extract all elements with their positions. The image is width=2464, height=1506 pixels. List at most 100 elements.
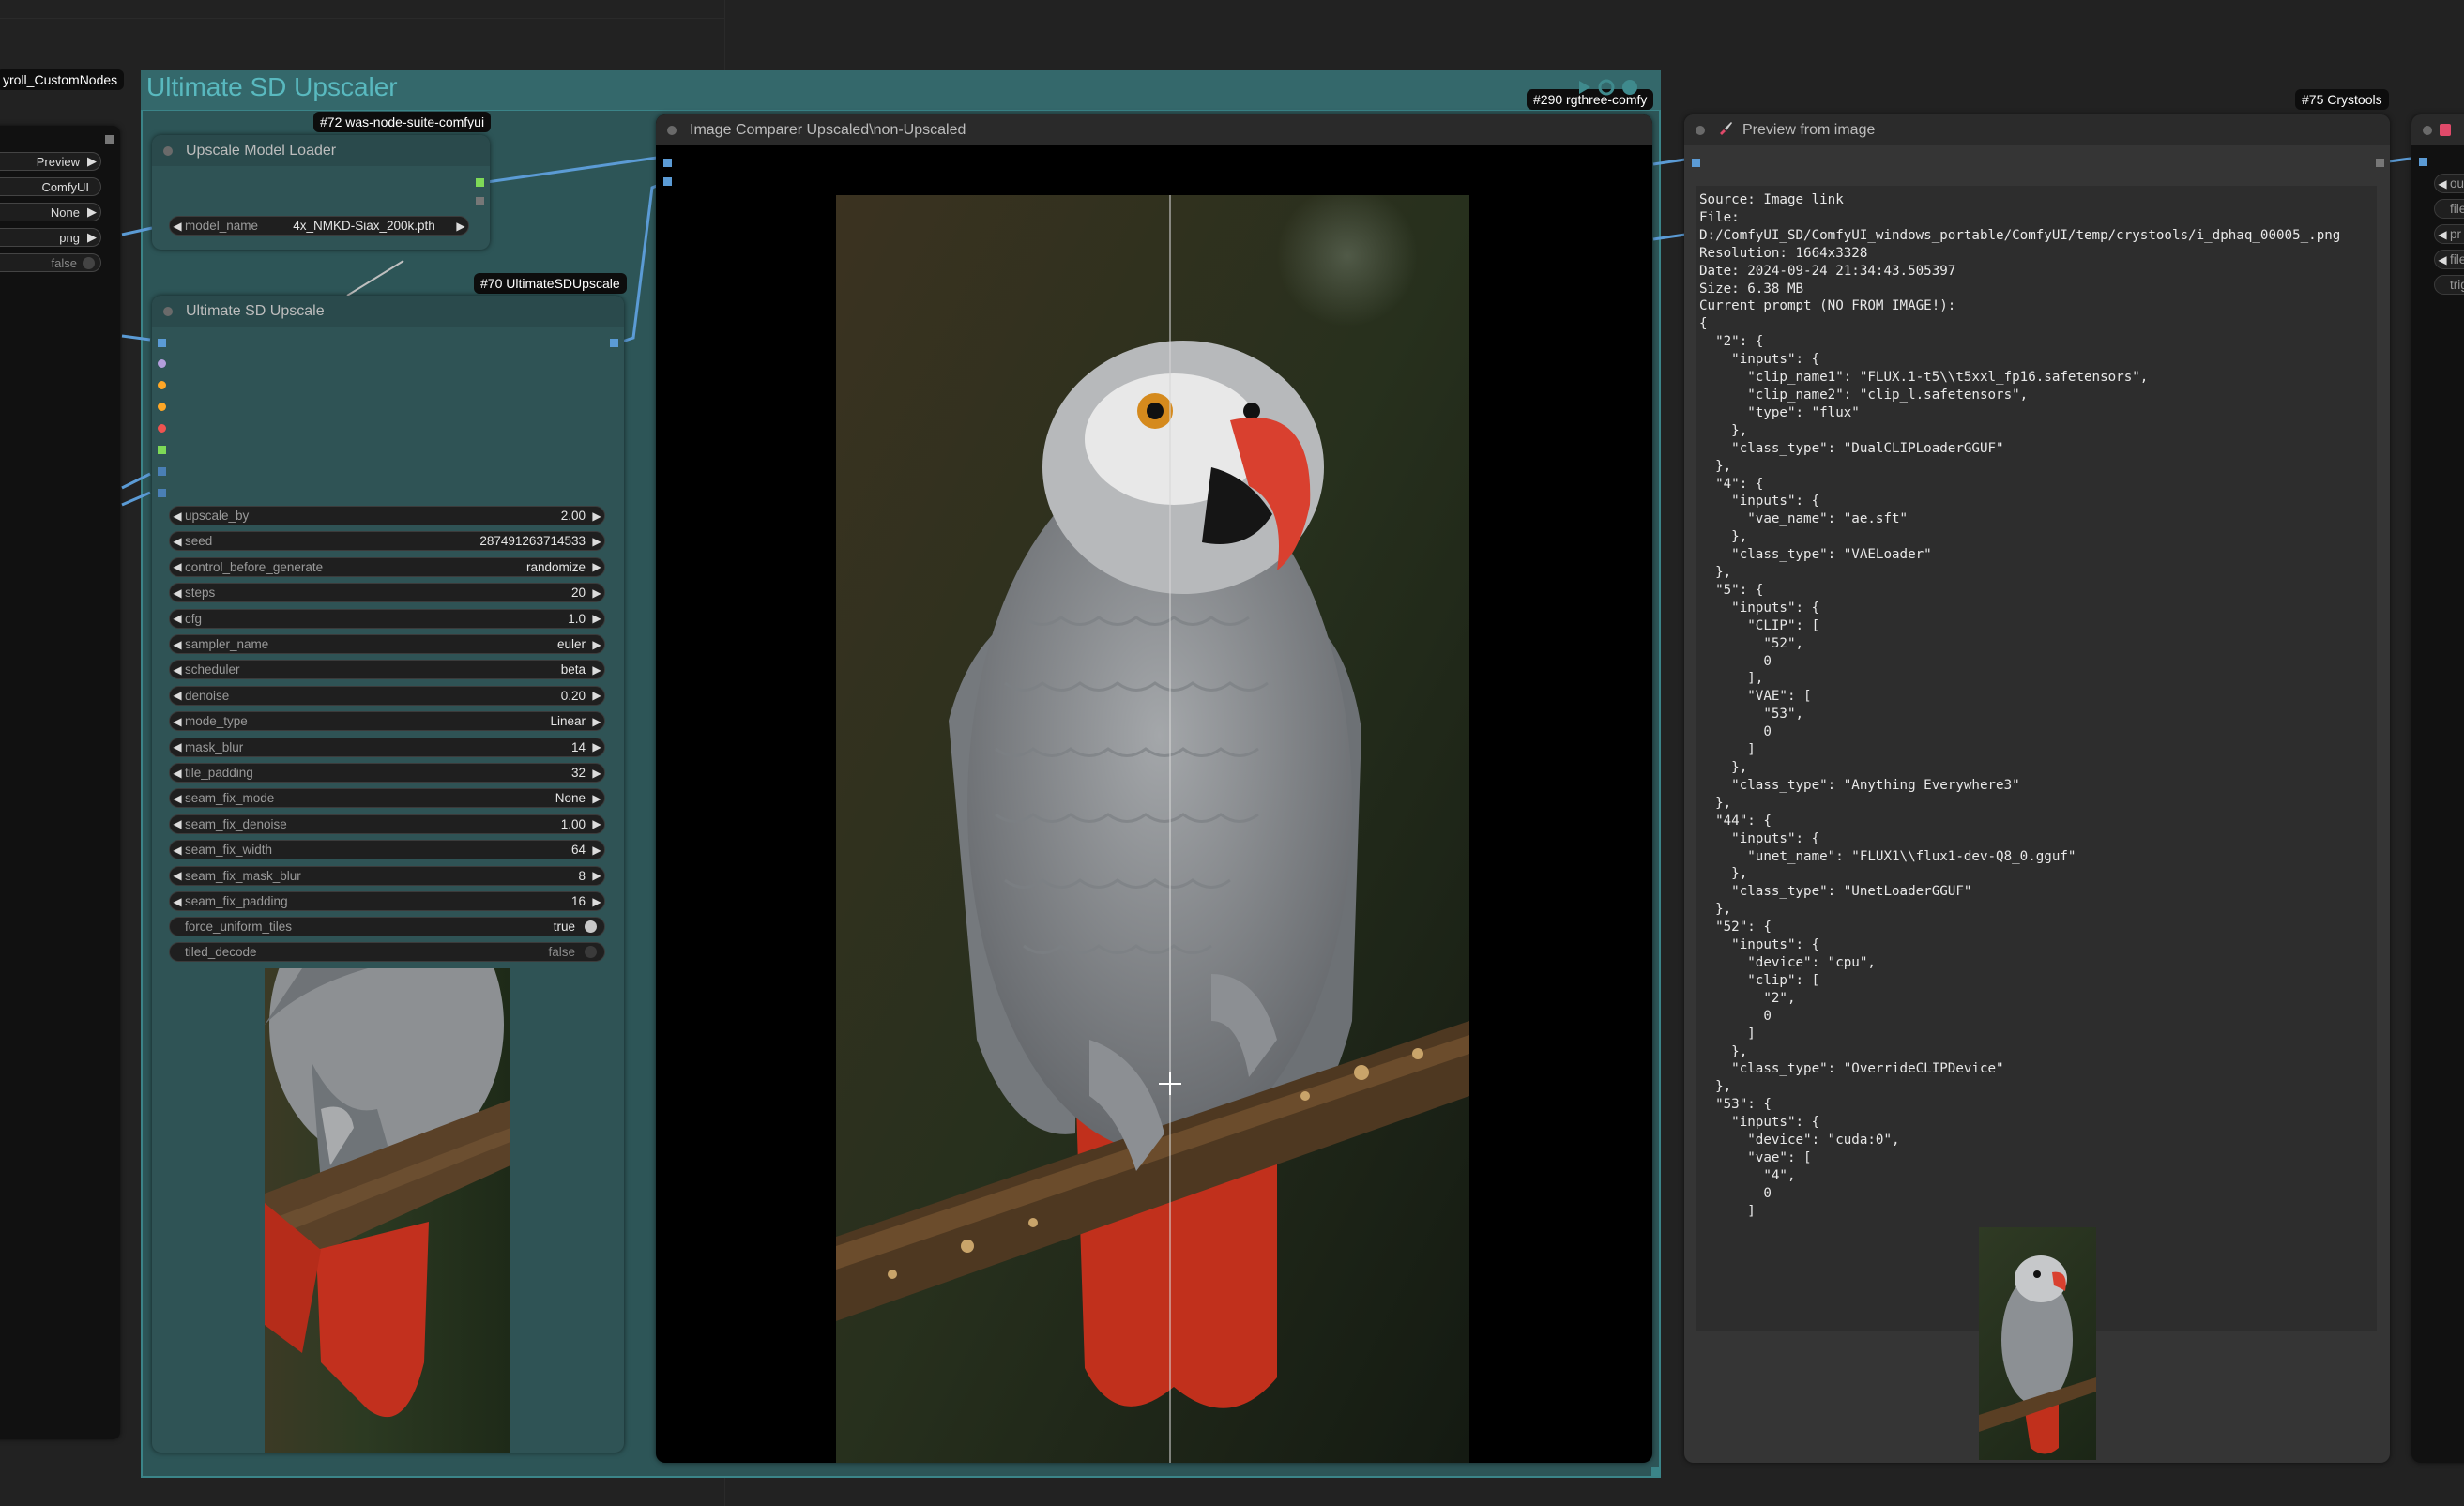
right-node[interactable]: ◀ou files ◀pr ◀file trig xyxy=(2411,114,2464,1463)
bypass-icon xyxy=(1598,79,1615,96)
chevron-left-icon[interactable]: ◀ xyxy=(170,663,185,677)
input-port-image[interactable] xyxy=(158,339,166,347)
chevron-left-icon[interactable]: ◀ xyxy=(170,844,185,857)
collapse-dot-icon[interactable] xyxy=(667,125,677,135)
widget-upscale-by[interactable]: ◀ upscale_by 2.00 ▶ xyxy=(169,506,605,525)
comparer-node-title: Image Comparer Upscaled\non-Upscaled xyxy=(690,121,966,138)
chevron-right-icon[interactable]: ▶ xyxy=(589,586,604,600)
chevron-right-icon[interactable]: ▶ xyxy=(589,740,604,753)
chevron-left-icon[interactable]: ◀ xyxy=(170,638,185,651)
preview-node-title: Preview from image xyxy=(1742,121,1876,138)
input-port-model[interactable] xyxy=(158,359,166,368)
right-widget-3[interactable]: ◀ file xyxy=(2434,250,2464,269)
chevron-right-icon[interactable]: ▶ xyxy=(589,792,604,805)
widget-seam-fix-width[interactable]: ◀ seam_fix_width 64 ▶ xyxy=(169,840,605,860)
chevron-right-icon[interactable]: ▶ xyxy=(589,612,604,625)
chevron-left-icon[interactable]: ◀ xyxy=(170,740,185,753)
chevron-left-icon[interactable]: ◀ xyxy=(170,715,185,728)
upscale-output-port[interactable] xyxy=(610,339,618,347)
widget-tile-padding[interactable]: ◀ tile_padding 32 ▶ xyxy=(169,763,605,783)
input-port-extra-2[interactable] xyxy=(158,489,166,497)
right-input-port[interactable] xyxy=(2419,158,2427,166)
right-node-titlebar[interactable] xyxy=(2411,114,2464,145)
chevron-right-icon[interactable]: ▶ xyxy=(589,689,604,702)
chevron-right-icon[interactable]: ▶ xyxy=(589,663,604,677)
chevron-left-icon[interactable]: ◀ xyxy=(170,895,185,908)
comparer-node-titlebar[interactable]: Image Comparer Upscaled\non-Upscaled xyxy=(656,114,1652,145)
chevron-right-icon[interactable]: ▶ xyxy=(589,560,604,573)
widget-cfg[interactable]: ◀ cfg 1.0 ▶ xyxy=(169,608,605,629)
widget-mode-type[interactable]: ◀ mode_type Linear ▶ xyxy=(169,711,605,732)
preview-output-port[interactable] xyxy=(2376,159,2384,167)
chevron-left-icon[interactable]: ◀ xyxy=(170,689,185,702)
widget-denoise[interactable]: ◀ denoise 0.20 ▶ xyxy=(169,685,605,706)
preview-thumbnail xyxy=(1979,1227,2096,1460)
chevron-right-icon[interactable]: ▶ xyxy=(453,220,468,233)
toggle-on-knob-icon xyxy=(585,920,597,933)
toggle-off-knob-icon xyxy=(585,946,597,958)
input-port-extra-1[interactable] xyxy=(158,467,166,476)
preview-from-image-node[interactable]: Preview from image Source: Image link Fi… xyxy=(1684,114,2390,1463)
widget-control-before-generate[interactable]: ◀ control_before_generate randomize ▶ xyxy=(169,556,605,577)
preview-input-port[interactable] xyxy=(1692,159,1700,167)
right-widget-2[interactable]: ◀ pr xyxy=(2434,224,2464,244)
image-comparer-node[interactable]: Image Comparer Upscaled\non-Upscaled xyxy=(656,114,1652,1463)
chevron-right-icon[interactable]: ▶ xyxy=(589,715,604,728)
widget-seed[interactable]: ◀ seed 287491263714533 ▶ xyxy=(169,531,605,552)
chevron-left-icon[interactable]: ◀ xyxy=(170,510,185,523)
widget-mask-blur[interactable]: ◀ mask_blur 14 ▶ xyxy=(169,737,605,757)
collapse-dot-icon[interactable] xyxy=(1696,125,1705,135)
collapse-dot-icon[interactable] xyxy=(2423,125,2432,135)
loader-node-titlebar[interactable]: Upscale Model Loader xyxy=(152,135,490,166)
chevron-right-icon[interactable]: ▶ xyxy=(589,817,604,830)
chevron-right-icon[interactable]: ▶ xyxy=(589,638,604,651)
play-icon xyxy=(1579,81,1590,94)
chevron-right-icon[interactable]: ▶ xyxy=(589,869,604,882)
chevron-left-icon[interactable]: ◀ xyxy=(170,535,185,548)
chevron-left-icon[interactable]: ◀ xyxy=(170,560,185,573)
widget-seam-fix-mode[interactable]: ◀ seam_fix_mode None ▶ xyxy=(169,788,605,809)
chevron-right-icon[interactable]: ▶ xyxy=(589,535,604,548)
chevron-left-icon[interactable]: ◀ xyxy=(170,792,185,805)
chevron-right-icon[interactable]: ▶ xyxy=(589,510,604,523)
chevron-left-icon[interactable]: ◀ xyxy=(170,612,185,625)
chevron-right-icon[interactable]: ▶ xyxy=(589,767,604,780)
chevron-left-icon[interactable]: ◀ xyxy=(170,586,185,600)
right-widget-1[interactable]: files xyxy=(2434,199,2464,219)
tiled-decode-toggle[interactable]: tiled_decode false xyxy=(169,942,605,962)
widget-seam-fix-denoise[interactable]: ◀ seam_fix_denoise 1.00 ▶ xyxy=(169,814,605,834)
collapse-dot-icon[interactable] xyxy=(163,145,173,156)
comparer-image[interactable] xyxy=(836,195,1469,1463)
widget-sampler-name[interactable]: ◀ sampler_name euler ▶ xyxy=(169,634,605,654)
input-port-vae[interactable] xyxy=(158,424,166,433)
widget-seam-fix-mask-blur[interactable]: ◀ seam_fix_mask_blur 8 ▶ xyxy=(169,865,605,886)
widget-steps[interactable]: ◀ steps 20 ▶ xyxy=(169,583,605,603)
input-port-upscale-model[interactable] xyxy=(158,446,166,454)
loader-output-port-2[interactable] xyxy=(476,197,484,205)
chevron-right-icon[interactable]: ▶ xyxy=(589,895,604,908)
upscale-node-titlebar[interactable]: Ultimate SD Upscale xyxy=(152,296,624,327)
widget-seam-fix-padding[interactable]: ◀ seam_fix_padding 16 ▶ xyxy=(169,891,605,911)
chevron-left-icon[interactable]: ◀ xyxy=(170,767,185,780)
chevron-right-icon[interactable]: ▶ xyxy=(589,844,604,857)
loader-output-port[interactable] xyxy=(476,178,484,187)
collapse-dot-icon[interactable] xyxy=(163,306,173,316)
model-name-select[interactable]: ◀ model_name 4x_NMKD-Siax_200k.pth ▶ xyxy=(169,216,469,236)
widget-scheduler[interactable]: ◀ scheduler beta ▶ xyxy=(169,660,605,680)
upscale-preview-image xyxy=(265,968,510,1453)
right-widget-0[interactable]: ◀ ou xyxy=(2434,174,2464,193)
comparer-input-image-b[interactable] xyxy=(663,177,672,186)
force-uniform-tiles-toggle[interactable]: force_uniform_tiles true xyxy=(169,917,605,936)
preview-info-textarea[interactable]: Source: Image link File: D:/ComfyUI_SD/C… xyxy=(1696,186,2377,1331)
right-widget-4[interactable]: trig xyxy=(2434,275,2464,295)
ultimate-sd-upscale-node[interactable]: Ultimate SD Upscale ◀ upscale_by 2.00 ▶ ◀ see… xyxy=(152,296,624,1453)
upscale-model-loader-node[interactable]: Upscale Model Loader ◀ model_name 4x_NMK… xyxy=(152,135,490,250)
chevron-left-icon[interactable]: ◀ xyxy=(170,220,185,233)
chevron-left-icon[interactable]: ◀ xyxy=(170,869,185,882)
input-port-negative[interactable] xyxy=(158,403,166,411)
chevron-left-icon[interactable]: ◀ xyxy=(170,817,185,830)
comparer-input-image-a[interactable] xyxy=(663,159,672,167)
input-port-positive[interactable] xyxy=(158,381,166,389)
preview-node-titlebar[interactable]: Preview from image xyxy=(1684,114,2390,145)
comparer-toolbar-icons xyxy=(1576,78,1651,97)
